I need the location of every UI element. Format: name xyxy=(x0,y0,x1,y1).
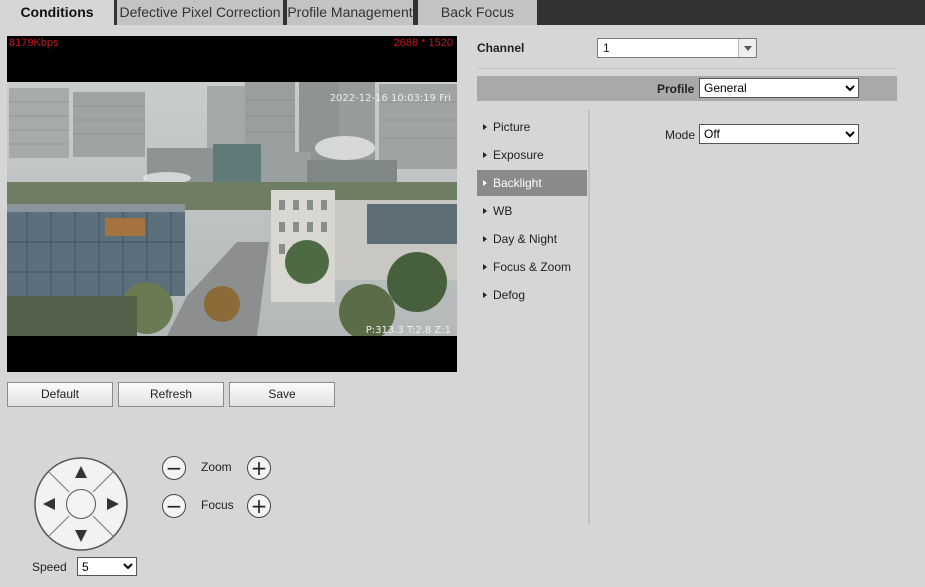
camera-scene-image xyxy=(7,82,457,336)
tab-bar: Conditions Defective Pixel Correction Pr… xyxy=(0,0,925,25)
chevron-right-icon xyxy=(483,207,487,214)
timestamp-overlay: 2022-12-16 10:03:19 Fri xyxy=(329,93,451,104)
dropdown-arrow-icon xyxy=(738,39,756,57)
profile-select[interactable]: General xyxy=(699,78,859,98)
chevron-right-icon xyxy=(483,291,487,298)
arrow-right-icon[interactable] xyxy=(107,498,119,510)
tab-back-focus[interactable]: Back Focus xyxy=(418,0,537,25)
tab-profile-management[interactable]: Profile Management xyxy=(287,0,413,25)
save-button[interactable]: Save xyxy=(229,382,335,407)
menu-item-day-night[interactable]: Day & Night xyxy=(477,226,587,252)
zoom-in-button[interactable]: + xyxy=(247,456,271,480)
ptz-position-overlay: P:313.3 T:2.8 Z:1 xyxy=(365,325,451,336)
tab-conditions[interactable]: Conditions xyxy=(0,0,114,25)
menu-item-backlight[interactable]: Backlight xyxy=(477,170,587,196)
arrow-down-icon[interactable] xyxy=(75,530,87,542)
menu-item-picture[interactable]: Picture xyxy=(477,114,587,140)
ptz-direction-pad xyxy=(33,456,129,552)
menu-divider xyxy=(588,110,590,524)
resolution-overlay: 2688 * 1520 xyxy=(393,37,453,49)
focus-label: Focus xyxy=(201,498,234,512)
tab-defective-pixel-correction[interactable]: Defective Pixel Correction xyxy=(117,0,283,25)
channel-value: 1 xyxy=(603,41,610,55)
chevron-right-icon xyxy=(483,179,487,186)
focus-plus-icon: + xyxy=(250,494,268,518)
default-button[interactable]: Default xyxy=(7,382,113,407)
bitrate-overlay: 8179Kbps xyxy=(9,37,59,49)
chevron-right-icon xyxy=(483,123,487,130)
channel-select[interactable]: 1 xyxy=(597,38,757,58)
profile-label: Profile xyxy=(657,82,695,96)
menu-item-exposure[interactable]: Exposure xyxy=(477,142,587,168)
arrow-left-icon[interactable] xyxy=(43,498,55,510)
zoom-label: Zoom xyxy=(201,460,232,474)
divider xyxy=(477,68,897,69)
refresh-button[interactable]: Refresh xyxy=(118,382,224,407)
menu-item-wb[interactable]: WB xyxy=(477,198,587,224)
chevron-right-icon xyxy=(483,151,487,158)
speed-label: Speed xyxy=(32,560,67,574)
arrow-up-icon[interactable] xyxy=(75,466,87,478)
focus-minus-button[interactable]: − xyxy=(162,494,186,518)
zoom-in-icon: + xyxy=(250,456,268,480)
mode-select[interactable]: Off xyxy=(699,124,859,144)
zoom-out-icon: − xyxy=(165,456,183,480)
chevron-right-icon xyxy=(483,263,487,270)
chevron-right-icon xyxy=(483,235,487,242)
channel-label: Channel xyxy=(477,41,525,55)
focus-plus-button[interactable]: + xyxy=(247,494,271,518)
live-video[interactable]: 8179Kbps 2688 * 1520 2022-12-16 10:03:19… xyxy=(7,36,457,372)
speed-select[interactable]: 5 xyxy=(77,557,137,576)
zoom-out-button[interactable]: − xyxy=(162,456,186,480)
mode-label: Mode xyxy=(665,128,696,142)
menu-item-focus-zoom[interactable]: Focus & Zoom xyxy=(477,254,587,280)
menu-item-defog[interactable]: Defog xyxy=(477,282,587,308)
focus-minus-icon: − xyxy=(165,494,183,518)
ptz-center-button[interactable] xyxy=(66,489,96,519)
